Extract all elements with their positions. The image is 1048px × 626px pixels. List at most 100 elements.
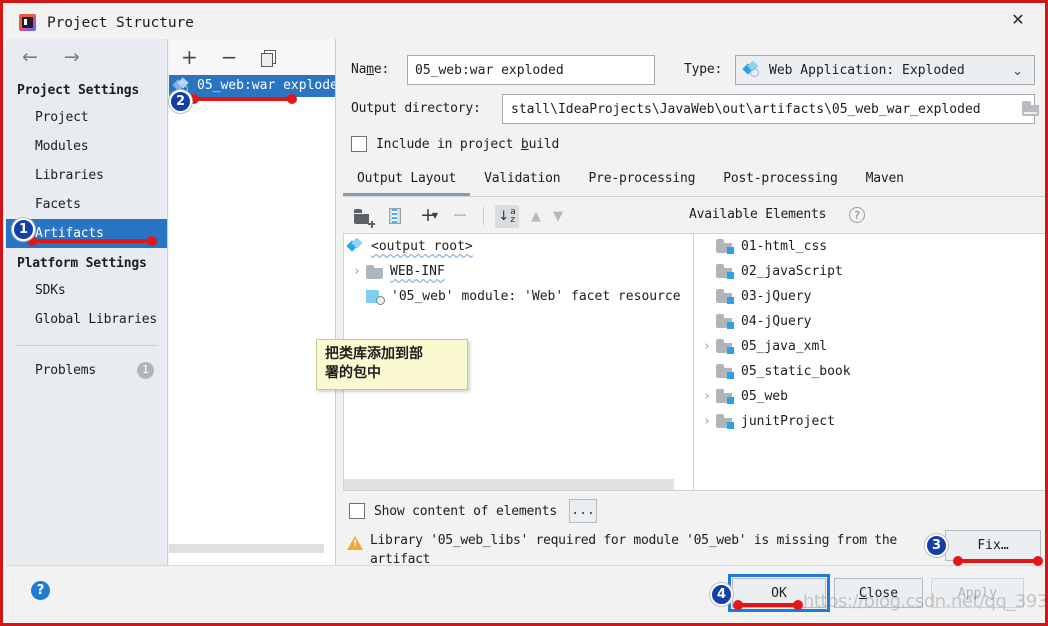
sidebar-item-global-libraries[interactable]: Global Libraries <box>6 305 167 334</box>
sidebar-item-label: SDKs <box>35 283 66 298</box>
tree-row[interactable]: 04-jQuery <box>694 309 1045 334</box>
add-artifact-icon[interactable]: + <box>181 47 198 67</box>
tree-row-label: <output root> <box>371 239 473 254</box>
sidebar-group-platform-settings: Platform Settings <box>17 256 147 271</box>
add-folder-icon[interactable] <box>353 206 375 228</box>
output-directory-label: Output directory: <box>351 101 481 116</box>
sidebar-item-label: Global Libraries <box>35 312 158 327</box>
arrow-right-icon[interactable]: → <box>64 47 80 67</box>
remove-icon[interactable]: − <box>449 206 471 226</box>
sort-alphabetically-icon[interactable]: ↓ a z <box>495 204 519 228</box>
sidebar-item-sdks[interactable]: SDKs <box>6 276 167 305</box>
show-content-label: Show content of elements <box>374 503 558 519</box>
tab-maven[interactable]: Maven <box>852 166 918 193</box>
tree-row-label: 05_web <box>741 389 788 404</box>
module-folder-icon <box>716 239 735 254</box>
module-folder-icon <box>716 414 735 429</box>
artifact-type-value: Web Application: Exploded <box>769 62 965 78</box>
output-tree-horizontal-scrollbar[interactable] <box>344 479 674 490</box>
tree-row[interactable]: › WEB-INF <box>344 259 693 284</box>
tab-validation[interactable]: Validation <box>470 166 574 193</box>
folder-browse-icon[interactable] <box>1022 101 1041 116</box>
sidebar-item-modules[interactable]: Modules <box>6 132 167 161</box>
module-folder-icon <box>716 364 735 379</box>
tree-row[interactable]: › junitProject <box>694 409 1045 434</box>
tree-row-label: 02_javaScript <box>741 264 843 279</box>
chevron-right-icon[interactable]: › <box>698 414 716 429</box>
settings-sidebar: ← → Project Settings Project Modules Lib… <box>6 39 168 598</box>
module-folder-icon <box>716 289 735 304</box>
close-button[interactable]: Close <box>834 578 923 608</box>
arrow-left-icon[interactable]: ← <box>22 47 38 67</box>
tree-row[interactable]: <output root> <box>344 234 693 259</box>
include-in-project-build-label: Include in project build <box>376 136 560 152</box>
folder-icon <box>366 264 383 279</box>
tree-row-label: WEB-INF <box>390 264 445 279</box>
tree-row[interactable]: 03-jQuery <box>694 284 1045 309</box>
tree-row-label: 05_static_book <box>741 364 851 379</box>
chevron-right-icon[interactable]: › <box>698 389 716 404</box>
output-directory-input[interactable] <box>502 94 1035 124</box>
tree-row[interactable]: › 05_java_xml <box>694 334 1045 359</box>
sidebar-item-libraries[interactable]: Libraries <box>6 161 167 190</box>
move-down-icon[interactable]: ▼ <box>553 209 563 224</box>
sidebar-group-project-settings: Project Settings <box>17 83 140 98</box>
sidebar-item-label: Problems <box>35 363 97 378</box>
apply-button: Apply <box>931 578 1024 608</box>
tree-row[interactable]: › 05_web <box>694 384 1045 409</box>
tree-row[interactable]: '05_web' module: 'Web' facet resource <box>344 284 693 309</box>
sidebar-item-problems[interactable]: Problems 1 <box>6 356 167 385</box>
module-folder-icon <box>716 314 735 329</box>
remove-artifact-icon[interactable]: − <box>221 47 238 67</box>
window-title: Project Structure <box>47 14 194 31</box>
move-up-icon[interactable]: ▲ <box>531 209 541 224</box>
artifact-list-item[interactable]: 05_web:war exploded <box>169 75 335 97</box>
facet-icon <box>366 289 385 305</box>
tab-post-processing[interactable]: Post-processing <box>709 166 851 193</box>
name-input[interactable] <box>407 55 655 85</box>
name-type-row: Name: Type: Web Application: Exploded ⌄ <box>337 55 1045 85</box>
module-folder-icon <box>716 264 735 279</box>
help-icon[interactable]: ? <box>849 207 865 223</box>
warning-message: Library '05_web_libs' required for modul… <box>370 533 897 567</box>
sidebar-item-label: Facets <box>35 197 81 212</box>
tooltip-line-2: 署的包中 <box>325 365 381 381</box>
project-structure-dialog: Project Structure ✕ ← → Project Settings… <box>0 0 1048 626</box>
chevron-right-icon[interactable]: › <box>698 339 716 354</box>
show-content-options-button[interactable]: ... <box>569 499 598 523</box>
fix-button[interactable]: Fix… <box>945 530 1041 561</box>
annotation-tooltip: 把类库添加到部 署的包中 <box>316 339 468 390</box>
include-in-project-build-checkbox[interactable]: Include in project build <box>351 136 559 152</box>
artifact-type-select[interactable]: Web Application: Exploded ⌄ <box>735 55 1035 85</box>
sidebar-item-project[interactable]: Project <box>6 103 167 132</box>
navigation-arrows: ← → <box>6 39 167 75</box>
ok-button[interactable]: OK <box>732 578 826 608</box>
sidebar-item-label: Artifacts <box>35 226 104 241</box>
chevron-right-icon[interactable]: › <box>348 264 366 279</box>
tree-row[interactable]: 05_static_book <box>694 359 1045 384</box>
add-dropdown-icon[interactable]: + ▼ <box>417 206 439 226</box>
copy-artifact-icon[interactable] <box>260 49 276 67</box>
module-folder-icon <box>716 339 735 354</box>
tree-row[interactable]: 02_javaScript <box>694 259 1045 284</box>
sidebar-item-facets[interactable]: Facets <box>6 190 167 219</box>
sidebar-item-label: Modules <box>35 139 89 154</box>
close-icon[interactable]: ✕ <box>995 3 1041 36</box>
artifact-diamond-icon <box>742 60 762 78</box>
artifacts-horizontal-scrollbar[interactable] <box>169 544 324 553</box>
warning-triangle-icon <box>347 536 363 550</box>
help-circle-icon[interactable]: ? <box>31 581 50 600</box>
create-archive-icon[interactable] <box>385 206 407 226</box>
tree-row[interactable]: 01-html_css <box>694 234 1045 259</box>
artifacts-list-panel: + − 05_web:war exploded <box>169 39 336 565</box>
tree-row-label: junitProject <box>741 414 835 429</box>
sidebar-item-artifacts[interactable]: Artifacts <box>6 219 167 248</box>
tree-row-label: 01-html_css <box>741 239 828 254</box>
module-folder-icon <box>716 389 735 404</box>
artifacts-toolbar: + − <box>169 39 335 75</box>
type-label: Type: <box>684 62 723 77</box>
tab-output-layout[interactable]: Output Layout <box>343 166 471 196</box>
tab-pre-processing[interactable]: Pre-processing <box>574 166 709 193</box>
show-content-checkbox[interactable] <box>349 503 365 519</box>
tooltip-line-1: 把类库添加到部 <box>325 346 423 362</box>
